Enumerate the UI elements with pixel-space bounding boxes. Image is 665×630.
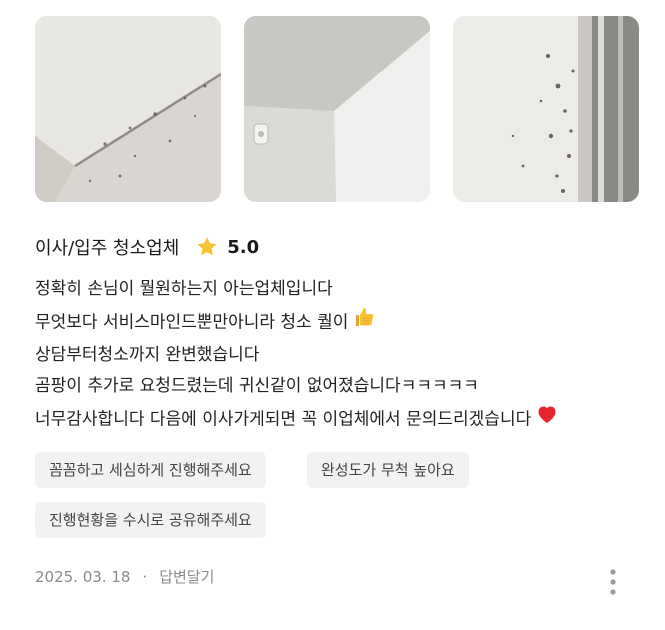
review-tag: 진행현황을 수시로 공유해주세요 — [35, 502, 266, 538]
more-vertical-icon[interactable] — [604, 568, 622, 596]
review-photo-2[interactable] — [244, 16, 430, 202]
review-footer: 2025. 03. 18 · 답변달기 — [35, 566, 214, 587]
review-body: 정확히 손님이 뭘원하는지 아는업체입니다 무엇보다 서비스마인드뿐만아니라 청… — [35, 274, 655, 433]
meta-separator: · — [142, 567, 148, 586]
review-line-text: 너무감사합니다 다음에 이사가게되면 꼭 이업체에서 문의드리겠습니다 — [35, 409, 532, 430]
review-tag: 꼼꼼하고 세심하게 진행해주세요 — [35, 452, 266, 488]
thumbs-up-icon — [352, 305, 376, 340]
review-date: 2025. 03. 18 — [35, 567, 131, 586]
rating-value: 5.0 — [227, 236, 260, 258]
review-tag: 완성도가 무척 높아요 — [307, 452, 469, 488]
review-photo-3[interactable] — [453, 16, 639, 202]
review-line: 너무감사합니다 다음에 이사가게되면 꼭 이업체에서 문의드리겠습니다 — [35, 402, 655, 433]
review-line-text: 무엇보다 서비스마인드뿐만아니라 청소 퀄이 — [35, 312, 349, 333]
review-line: 무엇보다 서비스마인드뿐만아니라 청소 퀄이 — [35, 305, 655, 336]
review-photos — [35, 16, 639, 202]
heart-icon — [535, 402, 559, 437]
review-line: 정확히 손님이 뭘원하는지 아는업체입니다 — [35, 279, 333, 299]
review-line: 상담부터청소까지 완변했습니다 — [35, 345, 260, 365]
reply-button[interactable]: 답변달기 — [159, 566, 214, 587]
review-header: 이사/입주 청소업체 5.0 — [35, 232, 259, 262]
review-line: 곰팡이 추가로 요청드렸는데 귀신같이 없어졌습니다ㅋㅋㅋㅋㅋ — [35, 376, 479, 396]
service-category: 이사/입주 청소업체 — [35, 238, 180, 259]
star-icon — [195, 235, 219, 259]
review-photo-1[interactable] — [35, 16, 221, 202]
